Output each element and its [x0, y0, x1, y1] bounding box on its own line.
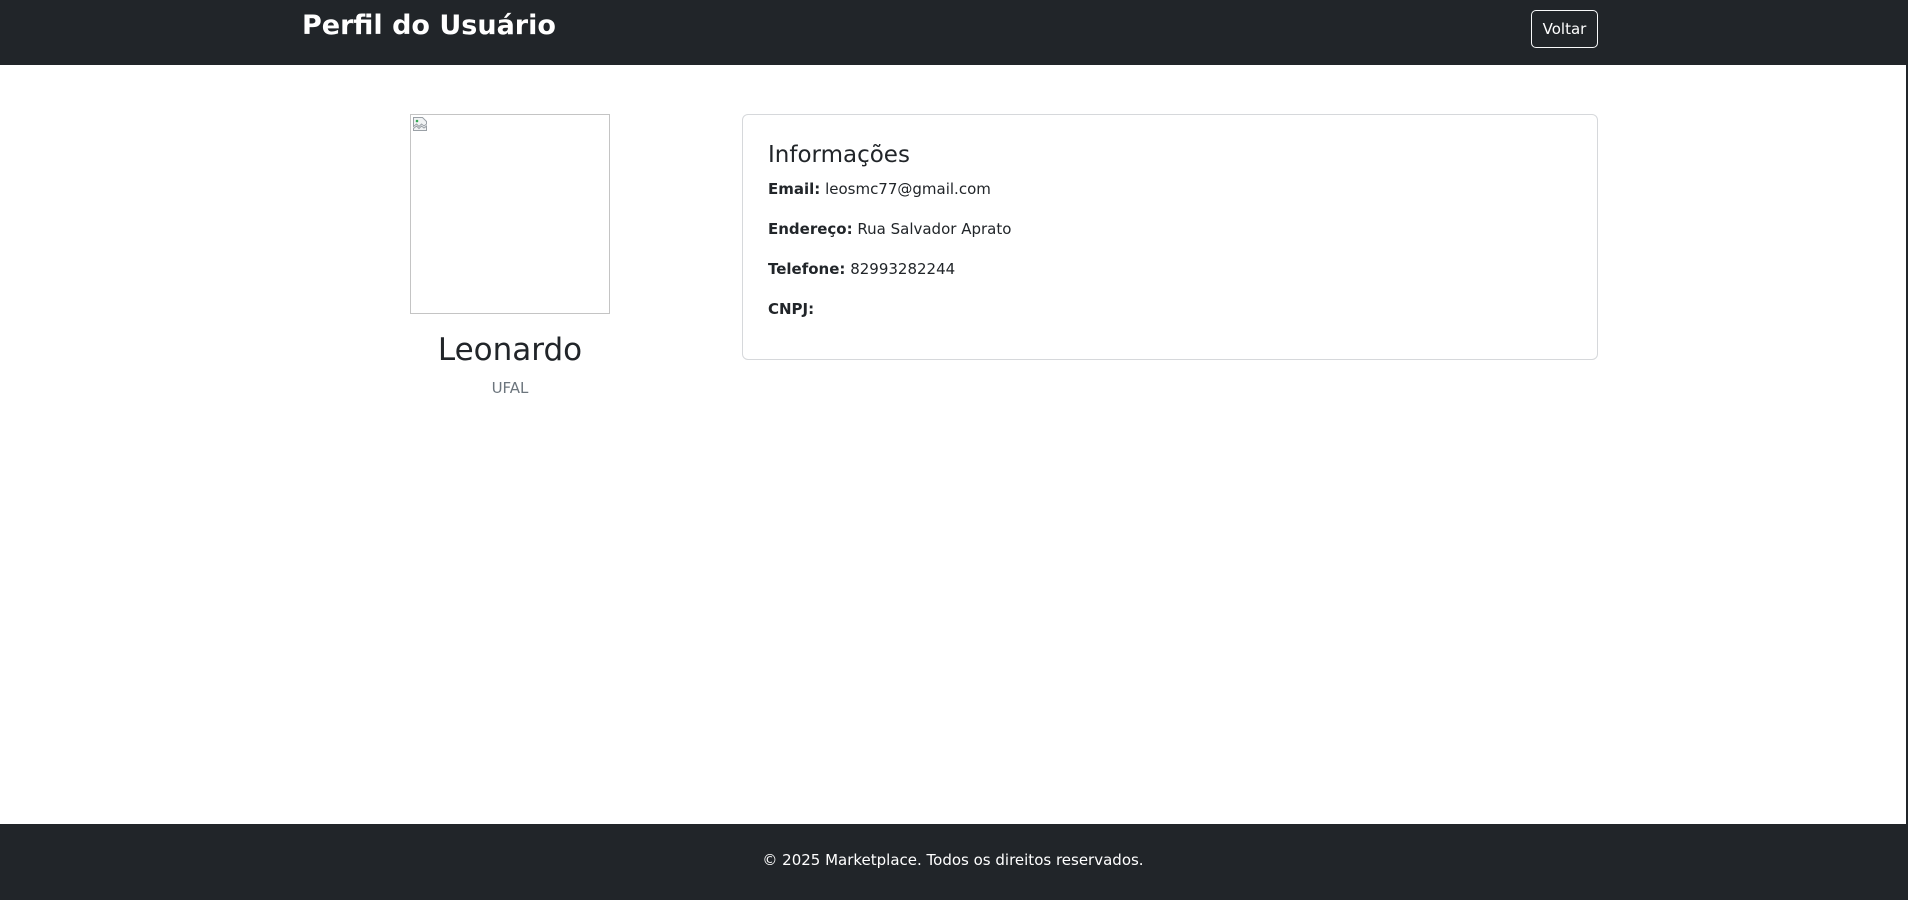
avatar	[410, 114, 610, 314]
info-row-address: Endereço: Rua Salvador Aprato	[768, 219, 1011, 239]
broken-image-icon	[413, 117, 427, 131]
email-label: Email:	[768, 180, 821, 198]
info-card-title: Informações	[768, 142, 910, 168]
user-organization: UFAL	[491, 379, 529, 397]
info-card: Informações Email: leosmc77@gmail.com En…	[742, 114, 1598, 360]
footer-copyright: © 2025 Marketplace. Todos os direitos re…	[762, 851, 1144, 869]
email-value: leosmc77@gmail.com	[825, 180, 991, 198]
user-profile-page: Perfil do Usuário Voltar Leonardo UFAL I…	[0, 0, 1908, 900]
back-button[interactable]: Voltar	[1531, 10, 1598, 48]
info-row-email: Email: leosmc77@gmail.com	[768, 179, 991, 199]
user-name: Leonardo	[437, 332, 583, 368]
address-label: Endereço:	[768, 220, 853, 238]
address-value: Rua Salvador Aprato	[857, 220, 1012, 238]
cnpj-label: CNPJ:	[768, 300, 815, 318]
page-footer: © 2025 Marketplace. Todos os direitos re…	[0, 824, 1906, 900]
phone-label: Telefone:	[768, 260, 846, 278]
info-row-cnpj: CNPJ:	[768, 299, 814, 319]
top-navbar: Perfil do Usuário Voltar	[0, 0, 1906, 65]
info-row-phone: Telefone: 82993282244	[768, 259, 955, 279]
phone-value: 82993282244	[850, 260, 956, 278]
page-title: Perfil do Usuário	[302, 10, 556, 41]
